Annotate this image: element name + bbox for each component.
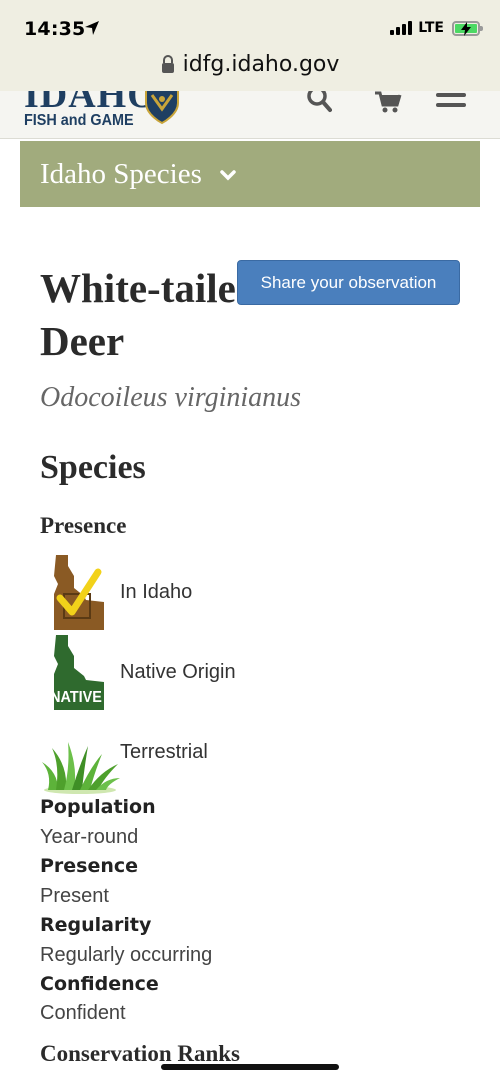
battery-icon — [452, 20, 483, 36]
search-icon[interactable] — [306, 91, 332, 113]
detail-term-population: Population — [40, 796, 156, 818]
grass-icon — [42, 742, 120, 794]
section-title-species: Species — [40, 449, 146, 486]
scientific-name: Odocoileus virginianus — [40, 382, 302, 413]
presence-label-in-idaho: In Idaho — [120, 581, 193, 603]
menu-icon[interactable] — [436, 91, 466, 113]
detail-term-confidence: Confidence — [40, 973, 159, 995]
site-logo-subtitle: FISH and GAME — [24, 112, 134, 129]
network-label: LTE — [418, 20, 444, 36]
presence-heading: Presence — [40, 513, 127, 538]
detail-value-regularity: Regularly occurring — [40, 944, 213, 966]
signal-icon — [390, 21, 413, 35]
url-text: idfg.idaho.gov — [182, 52, 340, 77]
location-arrow-icon — [85, 21, 99, 35]
presence-label-native-origin: Native Origin — [120, 661, 236, 683]
status-indicators: LTE — [390, 20, 483, 36]
site-header: IDAHO FISH and GAME — [0, 91, 500, 139]
idaho-native-icon: NATIVE — [50, 635, 104, 710]
detail-value-population: Year-round — [40, 826, 139, 848]
detail-term-presence: Presence — [40, 855, 139, 877]
browser-chrome: 14:35 LTE idfg.idaho.gov — [0, 0, 500, 91]
badge-icon — [145, 91, 179, 125]
native-badge-text: NATIVE — [50, 688, 102, 706]
detail-value-presence: Present — [40, 885, 109, 907]
detail-term-regularity: Regularity — [40, 914, 152, 936]
lock-icon — [161, 55, 174, 73]
species-dropdown-label: Idaho Species — [40, 157, 202, 190]
presence-label-terrestrial: Terrestrial — [120, 741, 208, 763]
detail-value-confidence: Confident — [40, 1002, 126, 1024]
share-observation-button[interactable]: Share your observation — [237, 260, 460, 305]
cart-icon[interactable] — [374, 91, 402, 115]
status-time: 14:35 — [24, 18, 86, 40]
home-indicator[interactable] — [161, 1064, 339, 1070]
page-title: White-tailed Deer — [40, 265, 259, 364]
address-bar[interactable]: idfg.idaho.gov — [0, 52, 500, 77]
species-dropdown[interactable]: Idaho Species — [20, 141, 480, 207]
chevron-down-icon — [220, 170, 236, 181]
idaho-check-icon — [54, 555, 104, 630]
